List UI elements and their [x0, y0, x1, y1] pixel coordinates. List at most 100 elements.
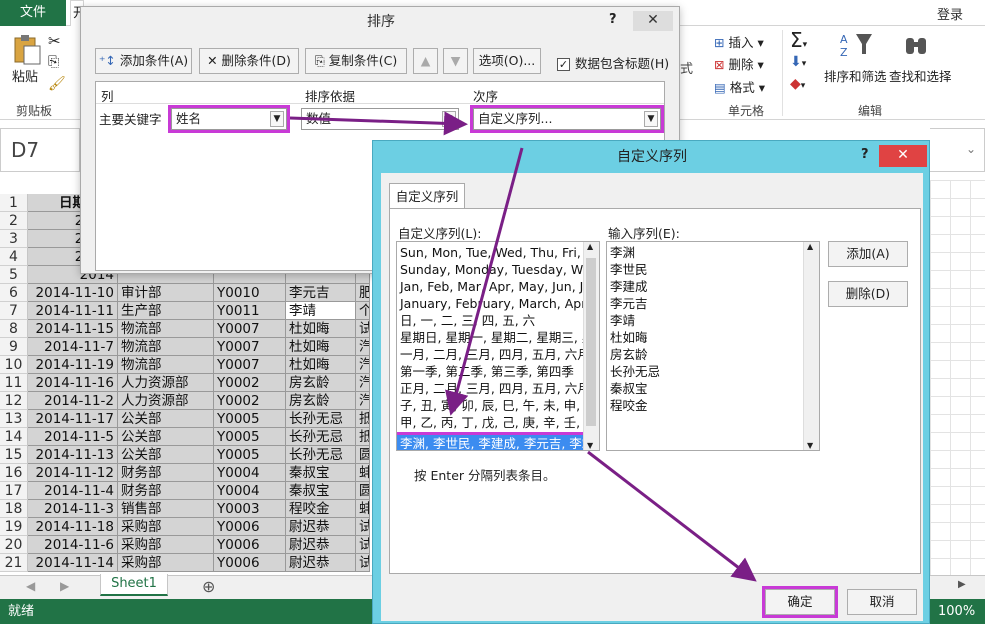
cell-e[interactable]: 试 — [356, 554, 370, 572]
cell-e[interactable]: 抵 — [356, 410, 370, 428]
custom-list-item[interactable]: Sunday, Monday, Tuesday, Wed — [397, 261, 583, 278]
cell-date[interactable]: 2014-11-13 — [28, 446, 118, 464]
cancel-button[interactable]: 取消 — [847, 589, 917, 615]
sort-key-combo[interactable]: 姓名 ▼ — [168, 105, 290, 133]
sheet-tab-sheet1[interactable]: Sheet1 — [100, 574, 168, 596]
row-header[interactable]: 13 — [0, 410, 28, 428]
add-list-button[interactable]: 添加(A) — [828, 241, 908, 267]
cell-code[interactable]: Y0006 — [214, 518, 286, 536]
cell-date[interactable]: 2014-11-2 — [28, 392, 118, 410]
cell-name[interactable]: 李元吉 — [286, 284, 356, 302]
options-button[interactable]: 选项(O)... — [473, 48, 541, 74]
custom-list-item[interactable]: 星期日, 星期一, 星期二, 星期三, 星 — [397, 329, 583, 346]
row-header[interactable]: 15 — [0, 446, 28, 464]
cell-date[interactable]: 2014-11-7 — [28, 338, 118, 356]
sort-close-button[interactable]: ✕ — [633, 11, 673, 31]
cell-e[interactable]: 蚌 — [356, 500, 370, 518]
worksheet-grid-right[interactable] — [930, 180, 985, 576]
entries-textarea[interactable]: 程咬金 秦叔宝 长孙无忌 房玄龄 杜如晦 李靖 李元吉 李建成 李世民 李渊 ▲ ▼ — [606, 241, 820, 451]
cell-name[interactable]: 房玄龄 — [286, 374, 356, 392]
cell-code[interactable]: Y0011 — [214, 302, 286, 320]
row-header[interactable]: 1 — [0, 194, 28, 212]
formula-expand-icon[interactable]: ⌄ — [966, 142, 976, 156]
cell-code[interactable]: Y0005 — [214, 410, 286, 428]
cell-name[interactable]: 杜如晦 — [286, 338, 356, 356]
custom-list-item[interactable]: Sun, Mon, Tue, Wed, Thu, Fri, S — [397, 244, 583, 261]
cell-e[interactable]: 汽 — [356, 374, 370, 392]
cell-dept[interactable]: 公关部 — [118, 410, 214, 428]
cell-code[interactable]: Y0002 — [214, 392, 286, 410]
custom-list-item[interactable]: 甲, 乙, 丙, 丁, 戊, 己, 庚, 辛, 壬, 癸 — [397, 414, 583, 431]
cell-e[interactable]: 汽 — [356, 356, 370, 374]
row-header[interactable]: 6 — [0, 284, 28, 302]
row-header[interactable]: 9 — [0, 338, 28, 356]
add-sheet-icon[interactable]: ⊕ — [202, 577, 215, 596]
autosum-icon[interactable]: Σ▾ — [790, 28, 807, 52]
cell-name[interactable]: 尉迟恭 — [286, 536, 356, 554]
custom-list-help-button[interactable]: ? — [861, 147, 869, 162]
cell-name[interactable]: 长孙无忌 — [286, 410, 356, 428]
row-header[interactable]: 4 — [0, 248, 28, 266]
cell-dept[interactable]: 人力资源部 — [118, 392, 214, 410]
cell-e[interactable]: 试 — [356, 320, 370, 338]
row-header[interactable]: 5 — [0, 266, 28, 284]
row-header[interactable]: 17 — [0, 482, 28, 500]
custom-list-item[interactable]: 子, 丑, 寅, 卯, 辰, 巳, 午, 未, 申, 酉 — [397, 397, 583, 414]
cell-dept[interactable]: 生产部 — [118, 302, 214, 320]
cell-dept[interactable]: 采购部 — [118, 536, 214, 554]
row-header[interactable]: 19 — [0, 518, 28, 536]
cell-dept[interactable]: 采购部 — [118, 518, 214, 536]
sort-filter-icon[interactable]: AZ — [836, 30, 876, 60]
cell-e[interactable]: 蚌 — [356, 464, 370, 482]
cell-date[interactable]: 2014-11-10 — [28, 284, 118, 302]
cell-code[interactable]: Y0004 — [214, 482, 286, 500]
cell-dept[interactable]: 物流部 — [118, 356, 214, 374]
fill-icon[interactable]: ⬇▾ — [790, 54, 806, 70]
has-header-checkbox[interactable]: ✓ 数据包含标题(H) — [557, 53, 669, 72]
cell-name[interactable]: 程咬金 — [286, 500, 356, 518]
custom-list-item[interactable]: January, February, March, April, — [397, 295, 583, 312]
lists-scrollbar[interactable]: ▲ ▼ — [583, 242, 599, 450]
row-header[interactable]: 7 — [0, 302, 28, 320]
row-header[interactable]: 3 — [0, 230, 28, 248]
delete-button[interactable]: ⊠ 删除 ▾ — [714, 54, 764, 73]
sort-help-button[interactable]: ? — [609, 12, 617, 27]
custom-list-close-button[interactable]: ✕ — [879, 145, 927, 167]
next-sheet-icon[interactable]: ▶ — [60, 579, 69, 593]
find-select-icon[interactable] — [902, 32, 932, 60]
cell-code[interactable]: Y0010 — [214, 284, 286, 302]
cell-dept[interactable]: 公关部 — [118, 446, 214, 464]
copy-condition-button[interactable]: ⎘ 复制条件(C) — [305, 48, 407, 74]
cell-e[interactable]: 圆 — [356, 446, 370, 464]
login-link[interactable]: 登录 — [937, 4, 963, 23]
cell-dept[interactable]: 公关部 — [118, 428, 214, 446]
cell-e[interactable]: 圆 — [356, 482, 370, 500]
zoom-level[interactable]: 100% — [938, 599, 975, 624]
name-box[interactable]: D7 — [0, 128, 80, 172]
cell-name[interactable]: 长孙无忌 — [286, 428, 356, 446]
cell-date[interactable]: 2014-11-12 — [28, 464, 118, 482]
cell-code[interactable]: Y0007 — [214, 338, 286, 356]
cell-code[interactable]: Y0004 — [214, 464, 286, 482]
cell-code[interactable]: Y0007 — [214, 320, 286, 338]
ok-button[interactable]: 确定 — [762, 586, 838, 618]
row-header[interactable]: 18 — [0, 500, 28, 518]
cell-dept[interactable]: 人力资源部 — [118, 374, 214, 392]
delete-condition-button[interactable]: ✕ 删除条件(D) — [199, 48, 299, 74]
paste-label[interactable]: 粘贴 — [12, 66, 38, 85]
copy-icon[interactable]: ⎘ — [48, 54, 66, 72]
cell-code[interactable]: Y0007 — [214, 356, 286, 374]
custom-list-item[interactable]: 第一季, 第二季, 第三季, 第四季 — [397, 363, 583, 380]
row-header[interactable]: 14 — [0, 428, 28, 446]
cell-code[interactable]: Y0002 — [214, 374, 286, 392]
format-painter-icon[interactable]: 🖌 — [48, 76, 66, 94]
row-header[interactable]: 16 — [0, 464, 28, 482]
cell-name[interactable]: 尉迟恭 — [286, 554, 356, 572]
cell-name[interactable]: 杜如晦 — [286, 320, 356, 338]
custom-list-item[interactable]: 李渊, 李世民, 李建成, 李元吉, 李靖 — [397, 432, 586, 450]
cell-e[interactable]: 汽 — [356, 392, 370, 410]
cell-code[interactable]: Y0006 — [214, 554, 286, 572]
row-header[interactable]: 8 — [0, 320, 28, 338]
move-down-button[interactable]: ▼ — [443, 48, 468, 74]
sort-order-combo[interactable]: 自定义序列... ▼ — [470, 105, 664, 133]
